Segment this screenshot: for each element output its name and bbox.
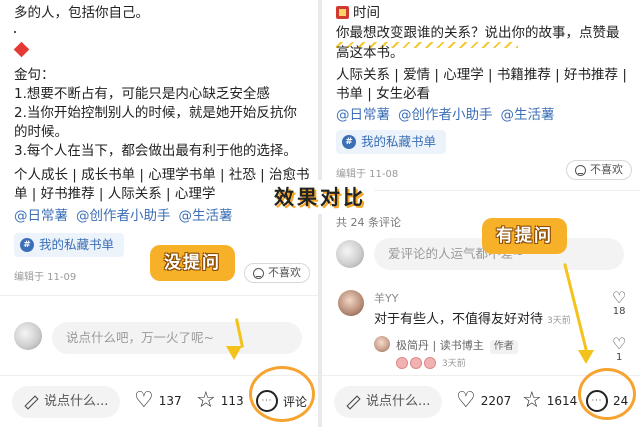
dislike-button[interactable]: 不喜欢 [566, 160, 632, 180]
comment-input[interactable]: 说点什么吧，万一火了呢~ [52, 322, 302, 354]
comment-text-content: 对于有些人，不值得友好对待 [374, 312, 544, 327]
like-count: 137 [158, 394, 182, 408]
heart-icon: ♡ [134, 388, 154, 413]
like-button[interactable]: ♡ 137 [134, 390, 182, 412]
dislike-button[interactable]: 不喜欢 [244, 263, 310, 283]
arrow-head-icon [226, 346, 242, 360]
comparison-title: 效果对比 [266, 180, 374, 214]
say-something-label: 说点什么... [366, 394, 431, 409]
heart-icon: ♡ [456, 388, 476, 413]
comment-count: 共 24 条评论 [336, 216, 401, 229]
highlight-circle [578, 368, 636, 420]
favorite-button[interactable]: ☆ 1614 [522, 390, 577, 412]
question-line-1: 你最想改变跟谁的关系？说出你的故事，点赞最 [336, 25, 620, 41]
favorite-count: 1614 [546, 394, 578, 408]
like-count: 2207 [480, 394, 512, 408]
comment-like-count: 18 [612, 306, 626, 317]
reply-time: 3天前 [442, 359, 466, 369]
arrow-shaft [563, 262, 588, 352]
mentions-row: @日常薯 @创作者小助手 @生活薯 [336, 104, 563, 126]
topic-tags-line-2[interactable]: 单 | 好书推荐 | 人际关系 | 心理学 [14, 183, 215, 205]
calendar-icon [336, 6, 349, 19]
reply-emoji-row: 3天前 [396, 356, 466, 369]
heart-icon: ♡ [612, 334, 627, 353]
comment-username[interactable]: 羊YY [374, 290, 398, 306]
divider [0, 295, 318, 296]
star-icon: ☆ [522, 388, 542, 413]
highlight-circle [249, 366, 315, 422]
pig-emoji-icon [410, 356, 422, 369]
mention-link[interactable]: @创作者小助手 [398, 107, 493, 123]
reply-username-label: 极简丹 | 读书博主 [396, 339, 484, 352]
collection-chip[interactable]: # 我的私藏书单 [336, 130, 447, 154]
like-button[interactable]: ♡ 2207 [456, 390, 511, 412]
has-question-label: 有提问 [482, 218, 567, 254]
say-something-label: 说点什么... [44, 394, 109, 409]
bullet-dot [14, 31, 16, 33]
mention-link[interactable]: @生活薯 [501, 107, 555, 123]
reply-like-count: 1 [615, 352, 623, 363]
dislike-label: 不喜欢 [590, 163, 623, 176]
time-heading: 时间 [336, 2, 380, 24]
user-avatar[interactable] [14, 322, 42, 350]
heart-icon: ♡ [612, 288, 627, 307]
question-line-2: 高这本书。 [336, 45, 404, 61]
pig-emoji-icon [424, 356, 436, 369]
time-heading-label: 时间 [353, 5, 380, 21]
reply-like-button[interactable]: ♡ 1 [612, 334, 627, 364]
collection-chip-label: 我的私藏书单 [39, 237, 115, 252]
no-question-label: 没提问 [150, 245, 235, 281]
topic-tags-line-2[interactable]: 书单 | 女生必看 [336, 83, 430, 105]
dislike-label: 不喜欢 [268, 266, 301, 279]
arrow-head-icon [578, 350, 594, 364]
pig-emoji-icon [396, 356, 408, 369]
commenter-avatar[interactable] [338, 290, 364, 316]
user-avatar[interactable] [336, 240, 364, 268]
pencil-icon [24, 396, 36, 408]
star-icon: ☆ [196, 388, 216, 413]
mentions-row: @日常薯 @创作者小助手 @生活薯 [14, 205, 241, 227]
collection-chip[interactable]: # 我的私藏书单 [14, 233, 125, 257]
reply-avatar[interactable] [374, 336, 390, 352]
mention-link[interactable]: @生活薯 [179, 208, 233, 224]
comment-time: 3天前 [547, 316, 571, 326]
reply-username[interactable]: 极简丹 | 读书博主 作者 [396, 337, 518, 354]
mention-link[interactable]: @日常薯 [14, 208, 68, 224]
smile-icon [575, 164, 586, 176]
favorite-button[interactable]: ☆ 113 [196, 390, 244, 412]
favorite-count: 113 [220, 394, 244, 408]
hash-icon: # [342, 135, 356, 149]
comment-text: 对于有些人，不值得友好对待 3天前 [374, 308, 571, 327]
edited-date: 编辑于 11-08 [336, 169, 399, 180]
red-diamond-icon [13, 41, 30, 58]
pencil-icon [346, 396, 358, 408]
mention-link[interactable]: @日常薯 [336, 107, 390, 123]
say-something-button[interactable]: 说点什么... [334, 386, 442, 418]
author-badge: 作者 [489, 340, 518, 354]
edited-date: 编辑于 11-09 [14, 272, 77, 283]
say-something-button[interactable]: 说点什么... [12, 386, 120, 418]
collection-chip-label: 我的私藏书单 [361, 134, 437, 149]
comment-like-button[interactable]: ♡ 18 [612, 288, 627, 318]
quote-line-4: 3.每个人在当下，都会做出最有利于他的选择。 [14, 143, 297, 159]
smile-icon [253, 267, 264, 279]
hash-icon: # [20, 238, 34, 252]
mention-link[interactable]: @创作者小助手 [76, 208, 171, 224]
post-text-top-line: 多的人，包括你自己。 [14, 5, 149, 21]
